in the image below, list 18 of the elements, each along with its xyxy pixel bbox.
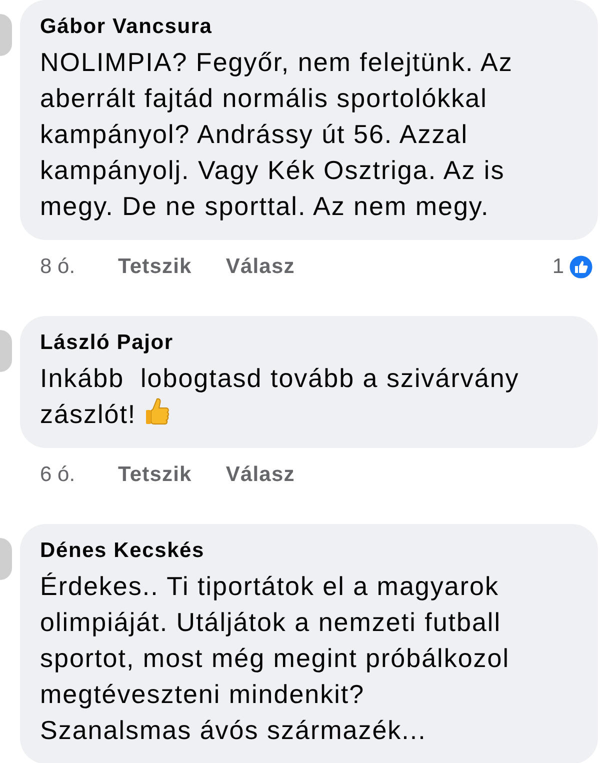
- comment-action-link[interactable]: Tetszik: [118, 463, 192, 487]
- comment-action-link[interactable]: Válasz: [226, 255, 295, 279]
- author-name: Dénes Kecskés: [40, 538, 206, 564]
- comment-action-link[interactable]: Válasz: [226, 463, 295, 487]
- comment-time: 8 ó.: [40, 255, 76, 279]
- comment-text: Érdekes.. Ti tiportátok el a magyarok olimpiáját. Utáljátok a nemzeti futball sportot, most még megint próbálkozol megtéveszteni mindenkit? Szanalsmas ávós származék...: [40, 570, 511, 747]
- thumbs-up-icon: [144, 397, 170, 427]
- avatar: [0, 330, 12, 372]
- comment-action-link[interactable]: Tetszik: [118, 255, 192, 279]
- author-name: Gábor Vancsura: [40, 14, 214, 40]
- avatar: [0, 538, 12, 580]
- comment-text: NOLIMPIA? Fegyőr, nem felejtünk. Az aberrált fajtád normális sportolókkal kampányol? Andrássy út 56. Azzal kampányolj. Vagy Kék Osztriga. Az is megy. De ne sporttal. Az nem megy.: [40, 46, 514, 223]
- comment-text: Inkább lobogtasd tovább a szivárvány zászlót!: [40, 362, 520, 431]
- comment-time: 6 ó.: [40, 463, 76, 487]
- reaction-count: 1: [552, 255, 564, 279]
- like-icon: [568, 254, 594, 280]
- avatar: [0, 14, 12, 56]
- author-name: László Pajor: [40, 330, 174, 356]
